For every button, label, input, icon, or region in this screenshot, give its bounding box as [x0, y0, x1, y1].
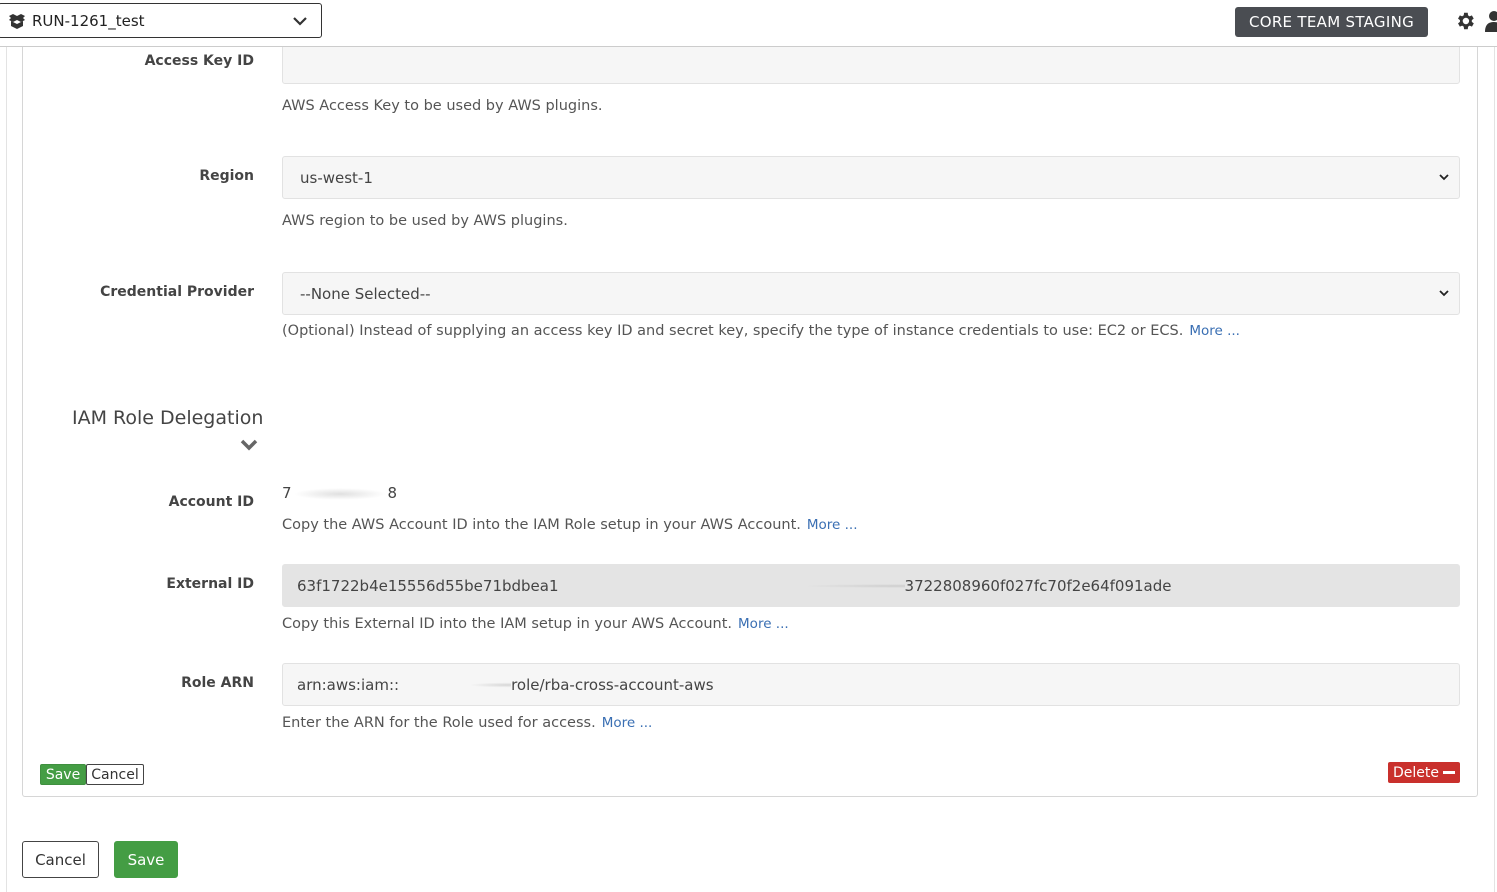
- project-name: RUN-1261_test: [32, 12, 145, 30]
- page-border-right: [1494, 46, 1495, 892]
- environment-badge: CORE TEAM STAGING: [1235, 7, 1428, 37]
- chevron-down-icon: [1439, 174, 1449, 181]
- role-arn-label: Role ARN: [181, 675, 254, 691]
- page-cancel-button[interactable]: Cancel: [22, 841, 99, 878]
- account-id-value: 78: [282, 484, 397, 502]
- external-id-prefix: 63f1722b4e15556d55be71bdbea1: [297, 576, 559, 595]
- account-id-help-text: Copy the AWS Account ID into the IAM Rol…: [282, 517, 801, 533]
- chevron-down-icon[interactable]: [240, 438, 258, 452]
- credential-provider-value: --None Selected--: [300, 284, 431, 303]
- top-navbar: RUN-1261_test CORE TEAM STAGING: [0, 0, 1497, 47]
- minus-icon: [1443, 771, 1455, 774]
- account-id-suffix: 8: [387, 484, 398, 502]
- region-help: AWS region to be used by AWS plugins.: [282, 213, 568, 229]
- external-id-suffix: 3722808960f027fc70f2e64f091ade: [904, 576, 1172, 595]
- delete-button[interactable]: Delete: [1388, 762, 1460, 783]
- region-select[interactable]: us-west-1: [282, 156, 1460, 199]
- access-key-label: Access Key ID: [144, 53, 254, 69]
- page-save-button[interactable]: Save: [114, 841, 178, 878]
- access-key-input[interactable]: [282, 41, 1460, 84]
- credential-provider-label: Credential Provider: [100, 284, 254, 300]
- external-id-help-text: Copy this External ID into the IAM setup…: [282, 616, 733, 632]
- redacted-segment: [293, 487, 386, 500]
- credential-provider-help: (Optional) Instead of supplying an acces…: [282, 323, 1240, 339]
- role-arn-help: Enter the ARN for the Role used for acce…: [282, 715, 652, 731]
- account-id-label: Account ID: [168, 494, 254, 510]
- access-key-help: AWS Access Key to be used by AWS plugins…: [282, 98, 603, 114]
- user-icon[interactable]: [1484, 10, 1497, 32]
- role-arn-suffix: role/rba-cross-account-aws: [511, 675, 714, 694]
- chevron-down-icon: [1439, 290, 1449, 297]
- role-more-link[interactable]: More ...: [602, 715, 653, 731]
- account-more-link[interactable]: More ...: [807, 517, 858, 533]
- account-id-prefix: 7: [282, 484, 292, 502]
- role-arn-input[interactable]: arn:aws:iam:: role/rba-cross-account-aws: [282, 663, 1460, 706]
- role-arn-help-text: Enter the ARN for the Role used for acce…: [282, 715, 596, 731]
- section-title-iam: IAM Role Delegation: [72, 407, 264, 429]
- project-selector[interactable]: RUN-1261_test: [0, 3, 322, 38]
- gear-icon[interactable]: [1454, 10, 1476, 32]
- external-id-help: Copy this External ID into the IAM setup…: [282, 616, 789, 632]
- chevron-down-icon: [293, 17, 307, 26]
- redacted-segment: [558, 578, 905, 593]
- box-icon: [9, 14, 25, 29]
- redacted-segment: [399, 677, 512, 692]
- external-more-link[interactable]: More ...: [738, 616, 789, 632]
- credential-provider-select[interactable]: --None Selected--: [282, 272, 1460, 315]
- role-arn-prefix: arn:aws:iam::: [297, 675, 400, 694]
- account-id-help: Copy the AWS Account ID into the IAM Rol…: [282, 517, 858, 533]
- delete-button-label: Delete: [1393, 764, 1439, 781]
- save-button[interactable]: Save: [40, 764, 86, 785]
- region-value: us-west-1: [300, 168, 373, 187]
- credential-provider-help-text: (Optional) Instead of supplying an acces…: [282, 323, 1184, 339]
- cancel-button[interactable]: Cancel: [86, 764, 144, 785]
- external-id-label: External ID: [166, 576, 254, 592]
- external-id-field: 63f1722b4e15556d55be71bdbea1 3722808960f0…: [282, 564, 1460, 607]
- credential-more-link[interactable]: More ...: [1189, 323, 1240, 339]
- region-label: Region: [199, 168, 254, 184]
